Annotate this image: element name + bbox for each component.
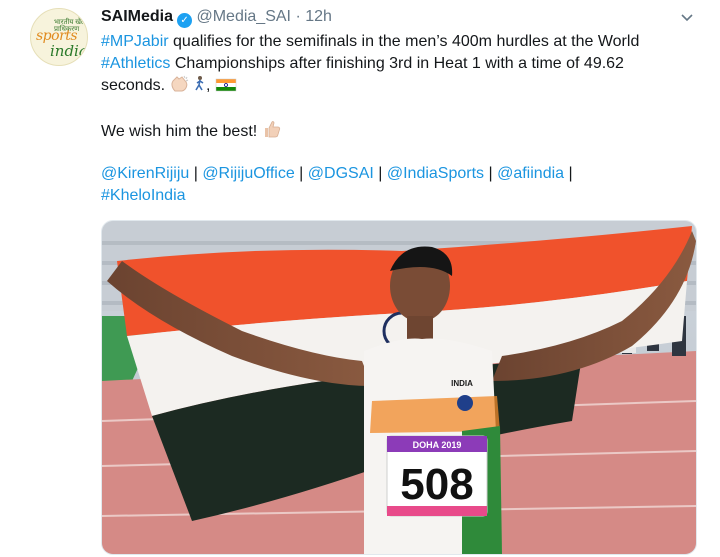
mention-afiindia[interactable]: @afiindia: [497, 165, 564, 182]
mention-separator: |: [564, 165, 573, 182]
tweet-wish-text: We wish him the best!: [101, 123, 258, 140]
user-handle[interactable]: @Media_SAI: [196, 8, 291, 25]
mention-separator: |: [484, 165, 498, 182]
bib-number: 508: [400, 460, 473, 509]
mention-separator: |: [373, 165, 387, 182]
verified-badge-icon: ✓: [177, 13, 193, 28]
avatar-logo-text-india: india: [50, 42, 88, 60]
tweet-header: SAIMedia ✓ @Media_SAI · 12h: [101, 7, 332, 28]
tweet-text-segment: qualifies for the semifinals in the men’…: [168, 33, 640, 50]
tweet-text-line-2: #Athletics Championships after finishing…: [101, 53, 624, 75]
mention-separator: |: [189, 165, 203, 182]
mention-rijijuoffice[interactable]: @RijijuOffice: [202, 165, 294, 182]
tweet-text-segment: seconds.: [101, 77, 166, 94]
india-flag-emoji: [215, 78, 237, 92]
clapping-hands-emoji: [170, 75, 188, 92]
chevron-down-icon[interactable]: [679, 9, 695, 25]
tweet-media-photo[interactable]: DOHA 2019 508 INDIA: [101, 220, 697, 555]
mention-kirenrijiju[interactable]: @KirenRijiju: [101, 165, 189, 182]
athlete-with-flag-photo: DOHA 2019 508 INDIA: [102, 221, 696, 554]
time-separator: ·: [295, 8, 301, 25]
bib-sponsor-text: DOHA 2019: [413, 440, 462, 450]
hashtag-athletics[interactable]: #Athletics: [101, 55, 170, 72]
tweet-text-line-3: seconds. ,: [101, 75, 237, 97]
runner-emoji: [195, 76, 204, 91]
tweet-text-segment: Championships after finishing 3rd in Hea…: [170, 55, 624, 72]
mentions-line: @KirenRijiju | @RijijuOffice | @DGSAI | …: [101, 163, 573, 185]
hashtag-kheloindia[interactable]: #KheloIndia: [101, 187, 186, 204]
mention-indiasports[interactable]: @IndiaSports: [387, 165, 484, 182]
mention-separator: |: [294, 165, 308, 182]
hashtag-line: #KheloIndia: [101, 185, 186, 207]
profile-avatar[interactable]: भारतीय खेल प्राधिकरण sports india: [30, 8, 88, 66]
hashtag-mpjabir[interactable]: #MPJabir: [101, 33, 169, 50]
thumbs-up-emoji: [264, 121, 280, 138]
tweet-wish-line: We wish him the best!: [101, 119, 282, 143]
tweet-text-line-1: #MPJabir qualifies for the semifinals in…: [101, 31, 639, 53]
display-name[interactable]: SAIMedia: [101, 8, 173, 25]
mention-dgsai[interactable]: @DGSAI: [308, 165, 374, 182]
tweet-timestamp[interactable]: 12h: [305, 8, 332, 25]
vest-country-text: INDIA: [451, 379, 473, 388]
